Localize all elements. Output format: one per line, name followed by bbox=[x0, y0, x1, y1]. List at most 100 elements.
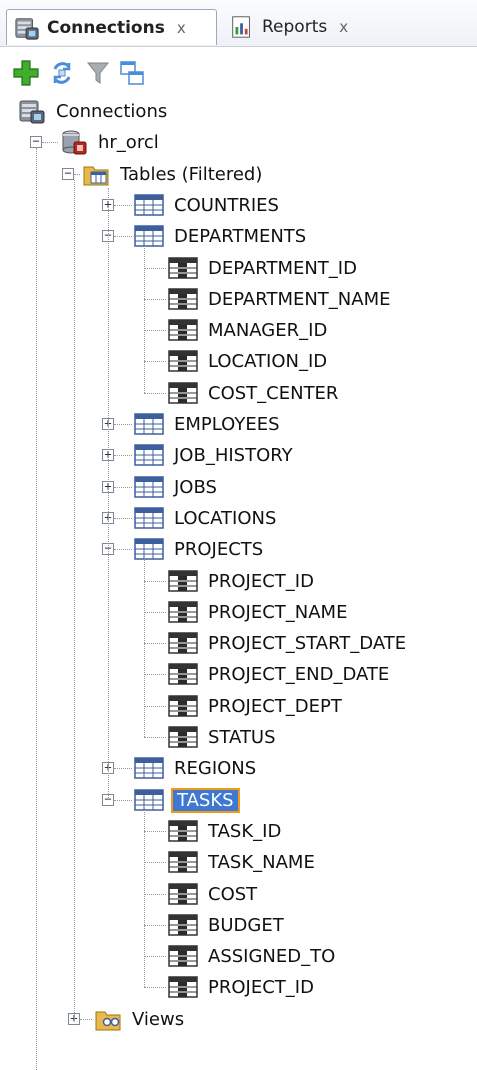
column-node-cost[interactable]: COST bbox=[168, 878, 260, 910]
column-node-project-start-date[interactable]: PROJECT_START_DATE bbox=[168, 627, 409, 659]
tab-connections-label: Connections bbox=[47, 17, 165, 38]
tree-connector bbox=[144, 674, 166, 675]
table-icon bbox=[134, 756, 164, 780]
table-node-job-history[interactable]: JOB_HISTORY bbox=[134, 439, 296, 471]
tree-connector bbox=[114, 424, 132, 425]
tab-connections-close-icon[interactable]: x bbox=[177, 19, 186, 37]
tab-reports-close-icon[interactable]: x bbox=[339, 18, 348, 36]
tree-connector bbox=[144, 557, 145, 737]
table-node-job-history-label: JOB_HISTORY bbox=[174, 444, 293, 466]
column-node-project-start-date-label: PROJECT_START_DATE bbox=[208, 632, 407, 654]
filter-icon[interactable] bbox=[84, 59, 112, 87]
column-icon bbox=[168, 600, 198, 624]
column-node-assigned-to[interactable]: ASSIGNED_TO bbox=[168, 940, 338, 972]
column-icon bbox=[168, 349, 198, 373]
column-icon bbox=[168, 287, 198, 311]
tree-connector bbox=[144, 361, 166, 362]
column-icon bbox=[168, 975, 198, 999]
tree-tables-folder-label: Tables (Filtered) bbox=[120, 163, 263, 185]
table-node-jobs-label: JOBS bbox=[174, 476, 217, 498]
tree-connector bbox=[144, 894, 166, 895]
tab-reports-label: Reports bbox=[262, 17, 328, 37]
column-node-manager-id[interactable]: MANAGER_ID bbox=[168, 314, 330, 346]
tree-connector bbox=[144, 831, 166, 832]
column-node-budget[interactable]: BUDGET bbox=[168, 909, 287, 941]
table-node-regions-label: REGIONS bbox=[174, 757, 257, 779]
reports-icon bbox=[228, 14, 256, 40]
tree-root-connections[interactable]: Connections bbox=[18, 95, 170, 127]
column-node-location-id[interactable]: LOCATION_ID bbox=[168, 345, 330, 377]
column-node-project-id-label: PROJECT_ID bbox=[208, 976, 314, 998]
table-node-employees-label: EMPLOYEES bbox=[174, 413, 280, 435]
column-icon bbox=[168, 318, 198, 342]
column-icon bbox=[168, 913, 198, 937]
tree-connector bbox=[42, 142, 58, 143]
tree-connection-hr-orcl[interactable]: hr_orcl bbox=[60, 126, 162, 158]
tree-connector bbox=[144, 956, 166, 957]
column-node-assigned-to-label: ASSIGNED_TO bbox=[208, 945, 336, 967]
column-node-department-id[interactable]: DEPARTMENT_ID bbox=[168, 252, 360, 284]
connections-root-icon bbox=[18, 97, 46, 125]
tree-connector bbox=[114, 800, 132, 801]
expand-toggle-tables[interactable]: − bbox=[62, 167, 74, 180]
tree-connector bbox=[114, 549, 132, 550]
tree-connector bbox=[114, 455, 132, 456]
connections-tree[interactable]: Connections hr_orcl − Tables (Filtered) − COU… bbox=[0, 100, 477, 1070]
column-icon bbox=[168, 819, 198, 843]
tables-folder-icon bbox=[82, 160, 110, 188]
column-node-status[interactable]: STATUS bbox=[168, 721, 279, 753]
column-node-project-end-date[interactable]: PROJECT_END_DATE bbox=[168, 658, 392, 690]
tab-reports[interactable]: Reports x bbox=[222, 9, 362, 45]
expand-toggle-hr-orcl[interactable]: − bbox=[30, 135, 42, 148]
tree-connector bbox=[114, 205, 132, 206]
column-node-department-name[interactable]: DEPARTMENT_NAME bbox=[168, 283, 394, 315]
column-icon bbox=[168, 850, 198, 874]
schema-browser-icon[interactable] bbox=[118, 59, 146, 87]
table-node-departments[interactable]: DEPARTMENTS bbox=[134, 220, 309, 252]
tree-tables-folder[interactable]: Tables (Filtered) bbox=[82, 158, 265, 190]
table-node-countries[interactable]: COUNTRIES bbox=[134, 189, 282, 221]
tree-connector bbox=[144, 612, 166, 613]
tree-connector bbox=[74, 180, 75, 1019]
table-icon bbox=[134, 506, 164, 530]
table-node-tasks-label: TASKS bbox=[171, 787, 240, 813]
column-node-project-id[interactable]: PROJECT_ID bbox=[168, 565, 317, 597]
column-node-project-dept-label: PROJECT_DEPT bbox=[208, 695, 342, 717]
add-connection-icon[interactable] bbox=[12, 59, 40, 87]
column-node-project-dept[interactable]: PROJECT_DEPT bbox=[168, 690, 345, 722]
tree-connector bbox=[36, 148, 37, 1070]
column-node-project-id[interactable]: PROJECT_ID bbox=[168, 971, 317, 1003]
column-node-task-id[interactable]: TASK_ID bbox=[168, 815, 284, 847]
column-node-cost-center[interactable]: COST_CENTER bbox=[168, 377, 341, 409]
tree-connector bbox=[108, 188, 109, 800]
column-icon bbox=[168, 569, 198, 593]
tree-connector bbox=[144, 987, 166, 988]
column-node-department-id-label: DEPARTMENT_ID bbox=[208, 257, 357, 279]
column-node-project-name[interactable]: PROJECT_NAME bbox=[168, 596, 350, 628]
column-icon bbox=[168, 882, 198, 906]
tree-connector bbox=[114, 768, 132, 769]
column-node-status-label: STATUS bbox=[208, 726, 276, 748]
table-node-departments-label: DEPARTMENTS bbox=[174, 225, 307, 247]
table-node-employees[interactable]: EMPLOYEES bbox=[134, 408, 283, 440]
table-node-regions[interactable]: REGIONS bbox=[134, 752, 259, 784]
column-node-task-name[interactable]: TASK_NAME bbox=[168, 846, 318, 878]
table-icon bbox=[134, 475, 164, 499]
table-node-projects[interactable]: PROJECTS bbox=[134, 533, 266, 565]
table-node-tasks[interactable]: TASKS bbox=[134, 784, 240, 816]
column-node-department-name-label: DEPARTMENT_NAME bbox=[208, 288, 391, 310]
table-node-locations[interactable]: LOCATIONS bbox=[134, 502, 279, 534]
refresh-icon[interactable] bbox=[48, 59, 76, 87]
column-node-cost-center-label: COST_CENTER bbox=[208, 382, 339, 404]
column-node-project-name-label: PROJECT_NAME bbox=[208, 601, 348, 623]
tree-connector bbox=[144, 862, 166, 863]
tree-connector bbox=[74, 174, 80, 175]
table-node-jobs[interactable]: JOBS bbox=[134, 471, 220, 503]
tree-views-folder[interactable]: Views bbox=[94, 1003, 187, 1035]
tab-connections[interactable]: Connections x bbox=[6, 9, 217, 45]
table-node-projects-label: PROJECTS bbox=[174, 538, 264, 560]
column-node-budget-label: BUDGET bbox=[208, 914, 284, 936]
tree-connector bbox=[114, 236, 132, 237]
tree-views-folder-label: Views bbox=[132, 1008, 185, 1030]
column-icon bbox=[168, 694, 198, 718]
